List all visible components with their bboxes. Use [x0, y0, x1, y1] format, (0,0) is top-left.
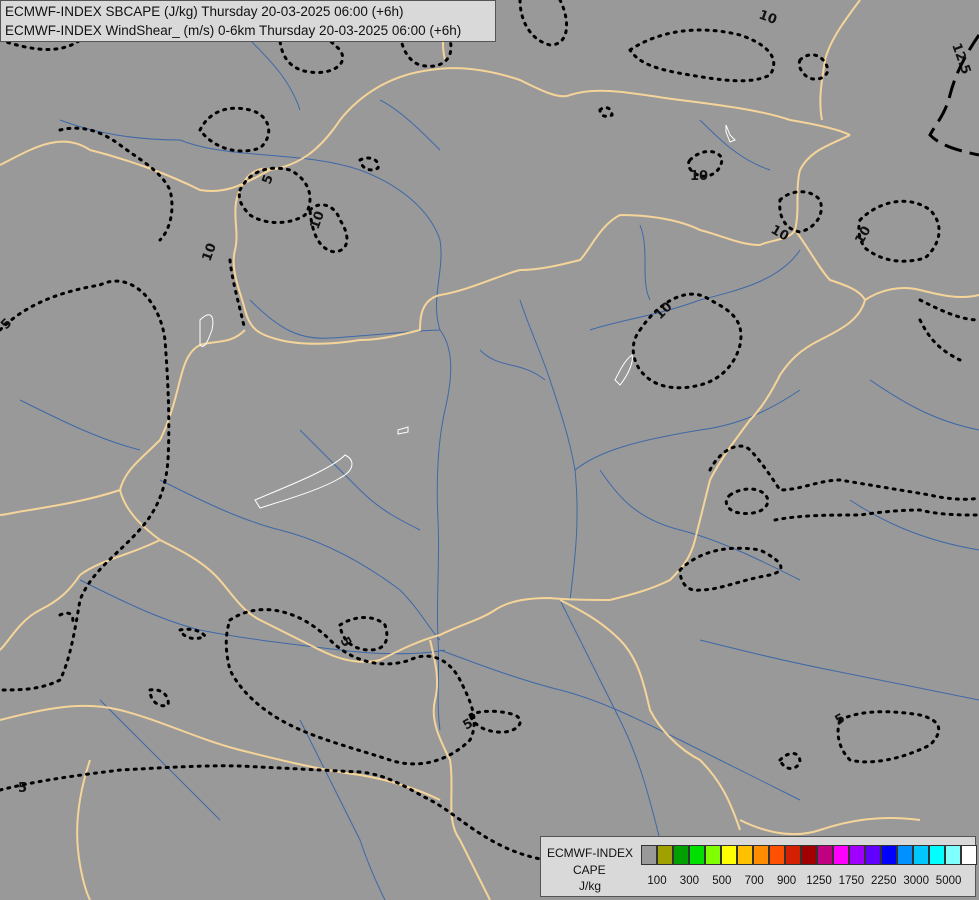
legend-swatch [849, 845, 865, 865]
title-line-windshear: ECMWF-INDEX WindShear_ (m/s) 0-6km Thurs… [5, 23, 462, 38]
legend-subtitle: CAPE [573, 863, 606, 877]
legend-tick-label: 300 [679, 875, 699, 887]
legend-swatch [753, 845, 769, 865]
legend-title: ECMWF-INDEX [547, 846, 633, 860]
legend-swatch [833, 845, 849, 865]
legend-tick-label: 5000 [935, 875, 962, 887]
legend-tick-label: 900 [777, 875, 797, 887]
legend-swatch [865, 845, 881, 865]
legend-swatch [945, 845, 961, 865]
legend-tick-label: 1250 [806, 875, 832, 887]
legend-swatch [785, 845, 801, 865]
legend-swatch [721, 845, 737, 865]
legend-swatch [961, 845, 977, 865]
legend-swatch [737, 845, 753, 865]
legend-tick-label: 3000 [903, 875, 929, 887]
legend-ticks: 100 300 500 700 900 1250 1750 2250 3000 5000 [641, 875, 971, 891]
legend-swatch [769, 845, 785, 865]
legend-swatch [705, 845, 721, 865]
legend-swatch [929, 845, 945, 865]
legend-swatch [897, 845, 913, 865]
legend-tick-label: 100 [647, 875, 667, 887]
legend-swatch [801, 845, 817, 865]
legend-swatch [913, 845, 929, 865]
legend-tick-label: 500 [712, 875, 732, 887]
cape-legend: ECMWF-INDEX CAPE J/kg 100 300 500 700 900 125… [540, 836, 977, 897]
contour-label: 10 [690, 169, 708, 184]
legend-swatches [641, 845, 977, 865]
map-title-box: ECMWF-INDEX SBCAPE (J/kg) Thursday 20-03… [0, 0, 496, 42]
legend-swatch [641, 845, 657, 865]
legend-swatch [657, 845, 673, 865]
legend-swatch [689, 845, 705, 865]
legend-tick-label: 2250 [871, 875, 897, 887]
weather-map: 10 10 10 10 10 10 10 12.5 5 5 5 5 5 5 [0, 0, 979, 900]
legend-swatch [817, 845, 833, 865]
legend-tick-label: 700 [744, 875, 764, 887]
legend-swatch [673, 845, 689, 865]
title-line-cape: ECMWF-INDEX SBCAPE (J/kg) Thursday 20-03… [5, 4, 404, 19]
contour-label: 5 [18, 781, 27, 796]
legend-tick-label: 1750 [838, 875, 865, 887]
legend-swatch [881, 845, 897, 865]
legend-unit: J/kg [579, 879, 602, 893]
